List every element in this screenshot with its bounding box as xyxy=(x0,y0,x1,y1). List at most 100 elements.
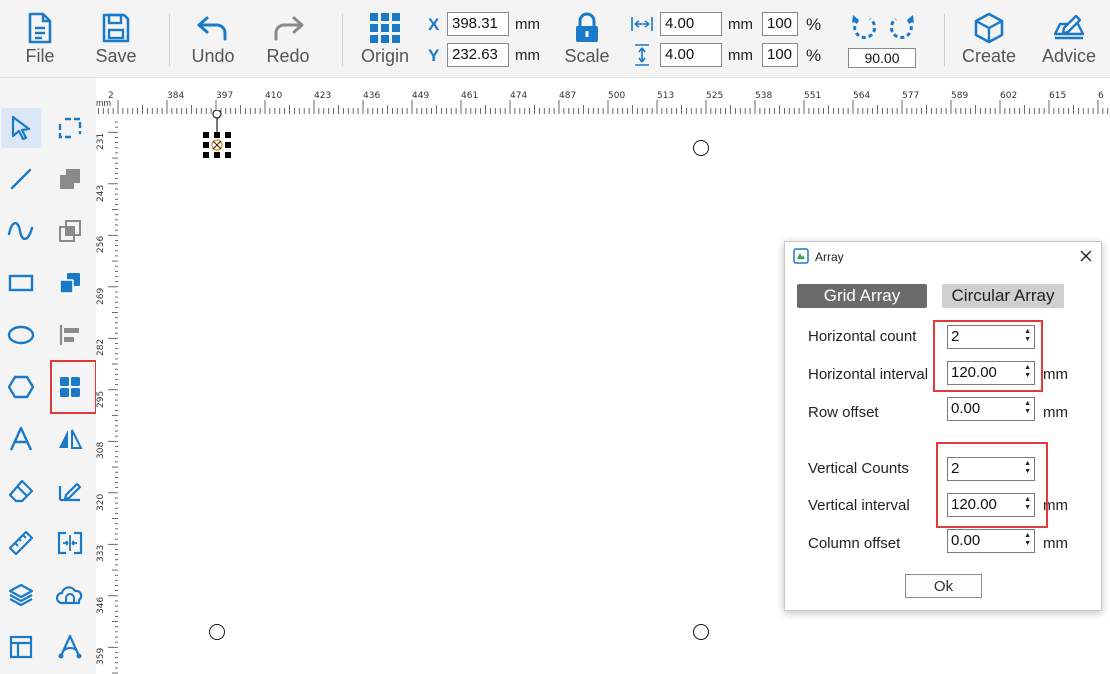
save-button[interactable]: Save xyxy=(92,0,140,78)
ruler-label: 359 xyxy=(96,647,106,665)
text-tool[interactable] xyxy=(1,419,41,459)
ruler-label: 500 xyxy=(608,91,626,101)
row-offset-label: Row offset xyxy=(808,404,879,421)
measure-tool[interactable] xyxy=(1,523,41,563)
vertical-fields-highlight xyxy=(936,442,1048,528)
ruler-label: 474 xyxy=(510,91,528,101)
ruler-label: 2 xyxy=(108,91,114,101)
intersect-tool[interactable] xyxy=(50,211,90,251)
pointer-arrow-icon xyxy=(11,115,31,141)
x-coordinate-input[interactable]: 398.31 xyxy=(447,12,509,36)
save-label: Save xyxy=(95,46,137,66)
horizontal-interval-label: Horizontal interval xyxy=(808,366,929,383)
cloud-outline-icon xyxy=(56,586,83,605)
ruler-label: 449 xyxy=(412,91,430,101)
y-coordinate-input[interactable]: 232.63 xyxy=(447,43,509,67)
vector-pen-icon xyxy=(58,634,82,659)
ruler-label: 6 xyxy=(1098,91,1104,101)
origin-label: Origin xyxy=(360,46,409,66)
redo-label: Redo xyxy=(266,46,310,66)
group-tool[interactable] xyxy=(50,263,90,303)
hexagon-icon xyxy=(8,375,34,399)
align-left-icon xyxy=(59,325,79,345)
toolbar-divider xyxy=(944,14,945,66)
crop-tool[interactable] xyxy=(50,108,90,148)
array-tool-highlight xyxy=(50,360,97,414)
polygon-tool[interactable] xyxy=(1,367,41,407)
height-percent-input[interactable]: 100 xyxy=(762,43,798,67)
select-tool[interactable] xyxy=(1,108,41,148)
row-offset-input[interactable]: 0.00 ▲ ▼ xyxy=(947,397,1035,421)
file-button[interactable]: File xyxy=(16,0,64,78)
dashed-rectangle-icon xyxy=(58,117,82,139)
rectangle-icon xyxy=(8,274,34,292)
height-input[interactable]: 4.00 xyxy=(660,43,722,67)
ruler-label: 282 xyxy=(96,338,106,356)
eraser-icon xyxy=(8,479,34,503)
selected-object[interactable] xyxy=(200,110,234,162)
ruler-label: 436 xyxy=(363,91,381,101)
layers-tool[interactable] xyxy=(1,575,41,615)
ok-button[interactable]: Ok xyxy=(905,574,982,598)
row-offset-unit: mm xyxy=(1043,404,1068,421)
scale-lock-button[interactable]: Scale xyxy=(560,0,614,78)
spin-arrows-icon[interactable]: ▲ ▼ xyxy=(1024,532,1031,548)
spin-arrows-icon[interactable]: ▲ ▼ xyxy=(1024,400,1031,416)
ruler-label: 295 xyxy=(96,390,106,408)
horizontal-count-label: Horizontal count xyxy=(808,328,917,345)
eraser-tool[interactable] xyxy=(1,471,41,511)
ruler-label: 525 xyxy=(706,91,724,101)
layout-tool[interactable] xyxy=(1,627,41,667)
edit-node-tool[interactable] xyxy=(50,471,90,511)
dialog-titlebar: Array xyxy=(785,242,1101,272)
array-copy-marker[interactable] xyxy=(693,624,709,640)
file-icon xyxy=(28,12,52,44)
line-icon xyxy=(10,168,32,190)
combine-tool[interactable] xyxy=(50,159,90,199)
ruler-label: 308 xyxy=(96,441,106,459)
vertical-ruler: 231 243 256 269 282 295 308 320 333 346 359 xyxy=(96,114,118,674)
width-input[interactable]: 4.00 xyxy=(660,12,722,36)
ruler-label: 346 xyxy=(96,596,106,614)
mirror-tool[interactable] xyxy=(50,419,90,459)
tab-circular-array[interactable]: Circular Array xyxy=(942,284,1064,308)
curve-tool[interactable] xyxy=(1,211,41,251)
column-offset-value: 0.00 xyxy=(951,532,981,549)
align-tool[interactable] xyxy=(50,315,90,355)
rotate-left-icon[interactable] xyxy=(850,12,878,42)
horizontal-fields-highlight xyxy=(933,320,1043,392)
y-coordinate-label: Y xyxy=(428,46,440,65)
path-tool[interactable] xyxy=(50,627,90,667)
horizontal-ruler: mm 2 384 397 410 423 436 449 461 474 487 500 513 525… xyxy=(96,88,1110,114)
width-percent-input[interactable]: 100 xyxy=(762,12,798,36)
redo-icon xyxy=(274,16,304,41)
create-button[interactable]: Create xyxy=(958,0,1020,78)
array-copy-marker[interactable] xyxy=(693,140,709,156)
app-logo-icon xyxy=(793,248,809,264)
undo-button[interactable]: Undo xyxy=(186,0,240,78)
ruler-label: 333 xyxy=(96,544,106,562)
ruler-label: 397 xyxy=(216,91,234,101)
ruler-label: 384 xyxy=(167,91,185,101)
ellipse-tool[interactable] xyxy=(1,315,41,355)
column-offset-input[interactable]: 0.00 ▲ ▼ xyxy=(947,529,1035,553)
rectangle-tool[interactable] xyxy=(1,263,41,303)
frame-tool[interactable] xyxy=(50,523,90,563)
ruler-label: 320 xyxy=(96,493,106,511)
tab-grid-array[interactable]: Grid Array xyxy=(797,284,927,308)
scale-label: Scale xyxy=(564,46,610,66)
rotate-right-icon[interactable] xyxy=(888,12,916,42)
array-copy-marker[interactable] xyxy=(209,624,225,640)
origin-button[interactable]: Origin xyxy=(355,0,415,78)
horizontal-interval-unit: mm xyxy=(1043,366,1068,383)
line-tool[interactable] xyxy=(1,159,41,199)
close-icon[interactable] xyxy=(1080,250,1092,262)
outline-tool[interactable] xyxy=(50,575,90,615)
rotation-angle-input[interactable]: 90.00 xyxy=(848,48,916,68)
array-dialog: Array Grid Array Circular Array Horizont… xyxy=(784,241,1102,611)
redo-button[interactable]: Redo xyxy=(261,0,315,78)
undo-icon xyxy=(197,16,227,41)
advice-button[interactable]: Advice xyxy=(1036,0,1102,78)
vertical-counts-label: Vertical Counts xyxy=(808,460,909,477)
intersect-squares-icon xyxy=(59,220,81,242)
